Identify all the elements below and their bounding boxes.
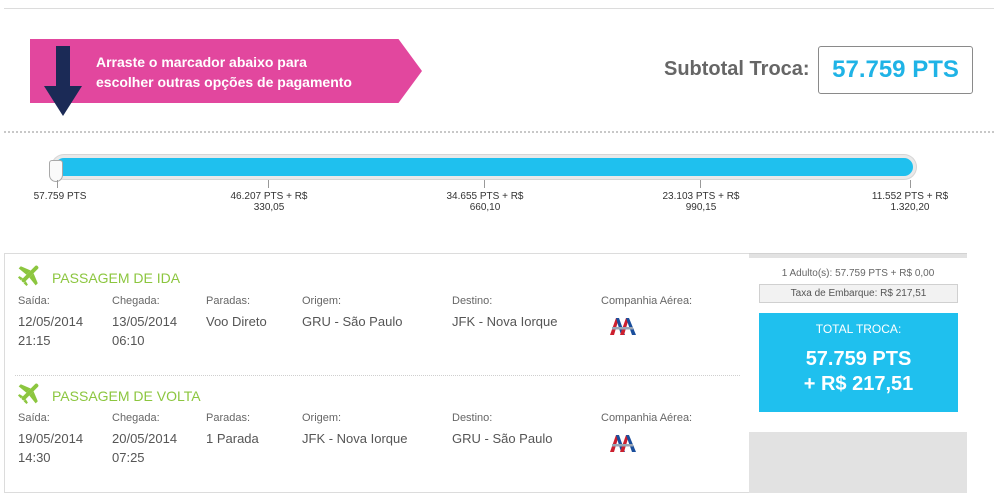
american-airlines-logo-icon [610, 318, 636, 335]
instruction-line-1: Arraste o marcador abaixo para [96, 54, 307, 70]
airline-label: Companhia Aérea: [601, 412, 693, 424]
destination-value: GRU - São Paulo [452, 431, 553, 446]
origin-label: Origem: [302, 295, 342, 307]
slider-option-points: 11.552 PTS + R$ [871, 191, 949, 202]
destination-label: Destino: [452, 412, 493, 424]
american-airlines-logo-icon [610, 435, 636, 452]
arrival-value: 13/05/2014 06:10 [112, 312, 177, 350]
total-value: 57.759 PTS + R$ 217,51 [759, 347, 958, 397]
departure-label: Saída: [18, 295, 50, 307]
payment-slider-handle[interactable] [49, 160, 63, 182]
arrival-label: Chegada: [112, 412, 160, 424]
slider-option-label[interactable]: 57.759 PTS [5, 191, 115, 202]
arrival-date: 13/05/2014 [112, 314, 178, 329]
stops-value: 1 Parada [206, 431, 259, 446]
slider-option-money: 660,10 [469, 202, 501, 213]
slider-tick [268, 180, 269, 188]
destination-value: JFK - Nova Iorque [452, 314, 558, 329]
departure-label: Saída: [18, 412, 50, 424]
airplane-icon [17, 265, 39, 287]
arrow-down-icon [44, 46, 82, 116]
departure-date: 12/05/2014 [18, 314, 84, 329]
origin-value: GRU - São Paulo [302, 314, 403, 329]
departure-time: 14:30 [18, 450, 51, 465]
slider-option-label[interactable]: 46.207 PTS + R$ 330,05 [214, 191, 324, 213]
flight-details-panel: PASSAGEM DE IDA Saída: Chegada: Paradas:… [4, 253, 749, 493]
arrival-label: Chegada: [112, 295, 160, 307]
slider-option-label[interactable]: 23.103 PTS + R$ 990,15 [646, 191, 756, 213]
airplane-icon [17, 383, 39, 405]
leg-title: PASSAGEM DE IDA [52, 270, 181, 286]
outbound-leg: PASSAGEM DE IDA Saída: Chegada: Paradas:… [5, 254, 750, 376]
subtotal-value: 57.759 PTS [818, 46, 973, 94]
passenger-breakdown: 1 Adulto(s): 57.759 PTS + R$ 0,00 [781, 268, 935, 279]
destination-label: Destino: [452, 295, 493, 307]
slider-tick [700, 180, 701, 188]
total-label: TOTAL TROCA: [815, 322, 902, 336]
instruction-line-2: escolher outras opções de pagamento [96, 74, 352, 90]
section-divider [4, 131, 994, 133]
slider-tick [910, 180, 911, 188]
slider-option-money: 990,15 [685, 202, 717, 213]
return-leg: PASSAGEM DE VOLTA Saída: Chegada: Parada… [5, 373, 750, 491]
total-exchange-box: TOTAL TROCA: 57.759 PTS + R$ 217,51 [759, 313, 958, 412]
slider-option-points: 23.103 PTS + R$ [662, 191, 740, 202]
slider-option-points: 46.207 PTS + R$ [230, 191, 308, 202]
slider-option-money: 1.320,20 [890, 202, 930, 213]
departure-time: 21:15 [18, 333, 51, 348]
leg-title: PASSAGEM DE VOLTA [52, 388, 201, 404]
stops-label: Paradas: [206, 412, 251, 424]
arrival-value: 20/05/2014 07:25 [112, 429, 177, 467]
arrival-date: 20/05/2014 [112, 431, 178, 446]
slider-tick [484, 180, 485, 188]
stops-value: Voo Direto [206, 314, 267, 329]
instruction-text: Arraste o marcador abaixo para escolher … [96, 52, 396, 92]
total-money: + R$ 217,51 [803, 373, 914, 395]
top-divider [4, 8, 994, 9]
boarding-tax: Taxa de Embarque: R$ 217,51 [759, 284, 958, 303]
total-points: 57.759 PTS [805, 348, 912, 370]
slider-option-money: 330,05 [253, 202, 285, 213]
slider-option-label[interactable]: 11.552 PTS + R$ 1.320,20 [855, 191, 965, 213]
slider-option-points: 34.655 PTS + R$ [446, 191, 524, 202]
departure-value: 12/05/2014 21:15 [18, 312, 83, 350]
payment-slider-track[interactable] [52, 155, 916, 179]
origin-value: JFK - Nova Iorque [302, 431, 408, 446]
origin-label: Origem: [302, 412, 342, 424]
airline-label: Companhia Aérea: [601, 295, 693, 307]
slider-option-points: 57.759 PTS [33, 191, 87, 202]
slider-option-label[interactable]: 34.655 PTS + R$ 660,10 [430, 191, 540, 213]
subtotal-label: Subtotal Troca: [664, 58, 810, 80]
arrival-time: 07:25 [112, 450, 145, 465]
departure-date: 19/05/2014 [18, 431, 84, 446]
slider-tick [57, 180, 58, 188]
stops-label: Paradas: [206, 295, 251, 307]
arrival-time: 06:10 [112, 333, 145, 348]
departure-value: 19/05/2014 14:30 [18, 429, 83, 467]
